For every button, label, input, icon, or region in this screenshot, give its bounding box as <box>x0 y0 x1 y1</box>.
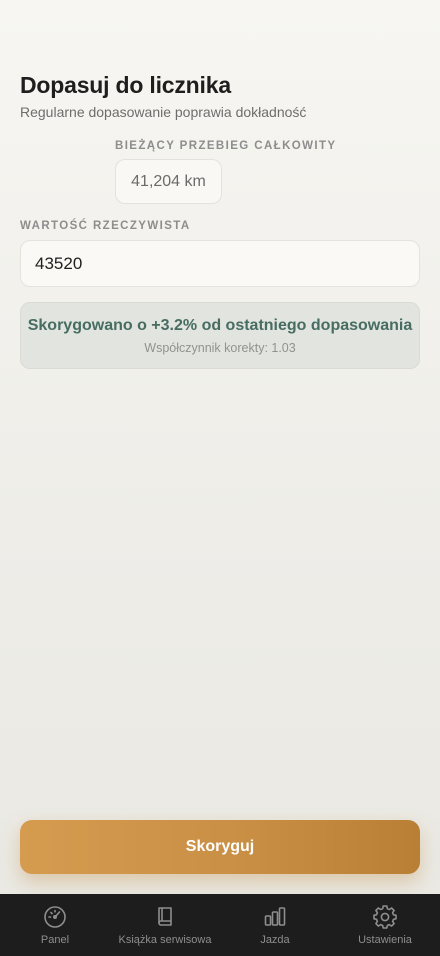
tab-driving[interactable]: Jazda <box>220 894 330 956</box>
gear-icon <box>373 905 397 929</box>
tab-label-service-book: Książka serwisowa <box>118 934 212 946</box>
bar-chart-icon <box>264 907 286 926</box>
correction-factor: Współczynnik korekty: 1.03 <box>144 340 296 355</box>
tab-service-book[interactable]: Książka serwisowa <box>110 894 220 956</box>
screen: Dopasuj do licznika Regularne dopasowani… <box>0 0 440 956</box>
correction-info-card: Skorygowano o +3.2% od ostatniego dopaso… <box>20 302 420 369</box>
actual-value-input[interactable] <box>20 240 420 287</box>
current-mileage-value: 41,204 km <box>115 159 222 204</box>
book-icon <box>158 907 172 926</box>
page-subtitle: Regularne dopasowanie poprawia dokładnoś… <box>20 104 307 120</box>
actual-value-label: WARTOŚĆ RZECZYWISTA <box>20 220 191 232</box>
gauge-icon <box>44 906 66 928</box>
correct-button[interactable]: Skoryguj <box>20 820 420 874</box>
correction-summary: Skorygowano o +3.2% od ostatniego dopaso… <box>27 316 413 334</box>
current-mileage-label: BIEŻĄCY PRZEBIEG CAŁKOWITY <box>115 140 337 152</box>
page-title: Dopasuj do licznika <box>20 72 231 98</box>
tab-label-panel: Panel <box>40 934 70 946</box>
tab-settings[interactable]: Ustawienia <box>330 894 440 956</box>
tab-label-driving: Jazda <box>260 934 290 946</box>
tab-panel[interactable]: Panel <box>0 894 110 956</box>
tab-label-settings: Ustawienia <box>358 934 412 946</box>
tab-bar: Panel Książka serwisowa Jazda Ustawienia <box>0 894 440 956</box>
